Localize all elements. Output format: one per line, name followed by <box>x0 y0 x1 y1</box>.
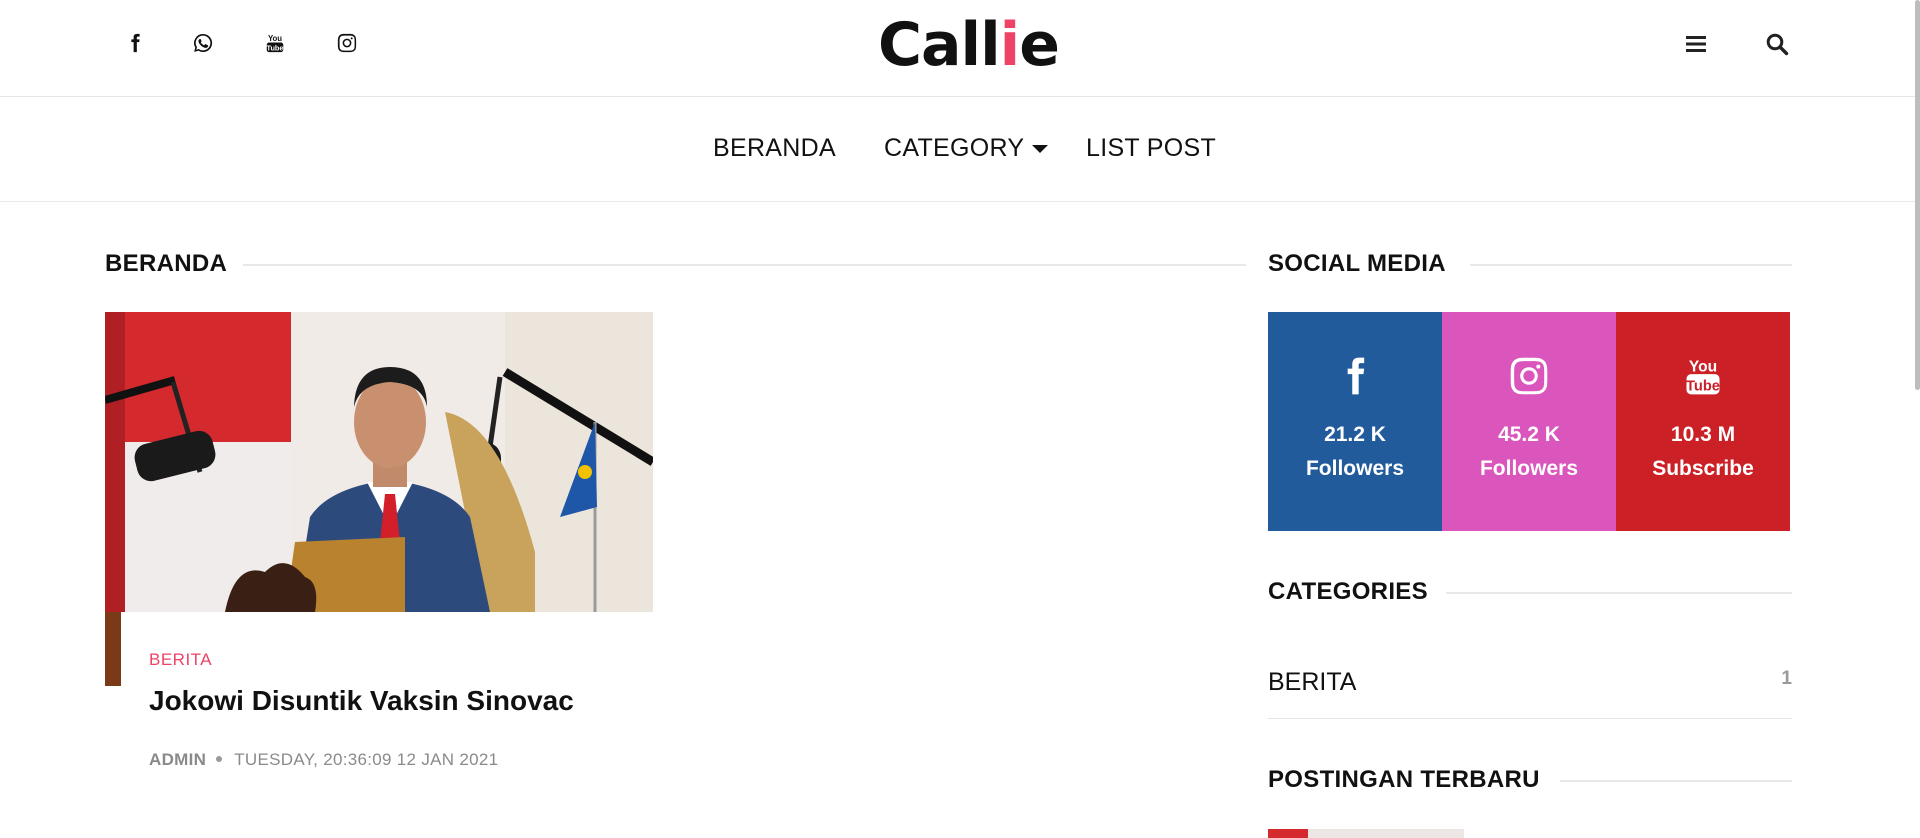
youtube-icon[interactable]: You Tube <box>260 28 290 58</box>
facebook-icon <box>1268 354 1442 402</box>
post-author[interactable]: ADMIN <box>149 750 206 769</box>
social-widget-instagram[interactable]: 45.2 K Followers <box>1442 312 1616 531</box>
nav-category[interactable]: CATEGORY <box>884 134 1049 163</box>
nav-category-label: CATEGORY <box>884 134 1025 162</box>
section-title-categories: CATEGORIES <box>1268 578 1444 606</box>
svg-text:Tube: Tube <box>1686 379 1720 395</box>
section-divider <box>1560 780 1792 782</box>
section-title-beranda: BERANDA <box>105 250 244 278</box>
facebook-label: Followers <box>1305 457 1405 480</box>
nav-beranda[interactable]: BERANDA <box>713 134 836 163</box>
youtube-icon: You Tube <box>1616 354 1790 402</box>
site-logo[interactable]: Callie <box>878 10 1060 80</box>
main-nav: BERANDA CATEGORY LIST POST <box>0 96 1920 202</box>
whatsapp-icon[interactable] <box>188 28 218 58</box>
facebook-icon[interactable] <box>120 28 150 58</box>
instagram-icon <box>1442 354 1616 402</box>
nav-list-post[interactable]: LIST POST <box>1086 134 1216 163</box>
image-edge <box>105 612 121 686</box>
facebook-count: 21.2 K <box>1324 423 1386 446</box>
post-category-badge[interactable]: BERITA <box>149 650 212 670</box>
section-divider <box>1470 264 1792 266</box>
menu-icon[interactable] <box>1682 30 1710 58</box>
scrollbar[interactable] <box>1915 0 1920 390</box>
youtube-label: Subscribe <box>1652 457 1754 480</box>
social-widget-youtube[interactable]: You Tube 10.3 M Subscribe <box>1616 312 1790 531</box>
caret-down-icon <box>1032 145 1049 154</box>
social-widget-facebook[interactable]: 21.2 K Followers <box>1268 312 1442 531</box>
post-image[interactable] <box>105 312 653 612</box>
section-divider <box>1446 592 1792 594</box>
section-title-recent-posts: POSTINGAN TERBARU <box>1268 766 1556 794</box>
category-name: BERITA <box>1268 668 1357 696</box>
instagram-icon[interactable] <box>332 28 362 58</box>
section-divider <box>230 264 1246 266</box>
post-title[interactable]: Jokowi Disuntik Vaksin Sinovac <box>149 685 574 717</box>
instagram-count: 45.2 K <box>1498 423 1560 446</box>
post-date: TUESDAY, 20:36:09 12 JAN 2021 <box>234 750 499 769</box>
category-count: 1 <box>1781 668 1792 689</box>
post-meta: ADMIN TUESDAY, 20:36:09 12 JAN 2021 <box>149 750 498 770</box>
youtube-count: 10.3 M <box>1670 423 1736 446</box>
search-icon[interactable] <box>1763 30 1791 58</box>
recent-post-thumbnail[interactable] <box>1268 829 1464 838</box>
svg-text:Tube: Tube <box>267 44 284 53</box>
meta-separator <box>216 756 223 763</box>
section-title-social-media: SOCIAL MEDIA <box>1268 250 1462 278</box>
top-header: You Tube Callie <box>0 0 1920 97</box>
svg-text:You: You <box>268 34 282 43</box>
instagram-label: Followers <box>1479 457 1579 480</box>
svg-text:You: You <box>1689 358 1717 375</box>
category-item-berita[interactable]: BERITA 1 <box>1268 660 1792 719</box>
